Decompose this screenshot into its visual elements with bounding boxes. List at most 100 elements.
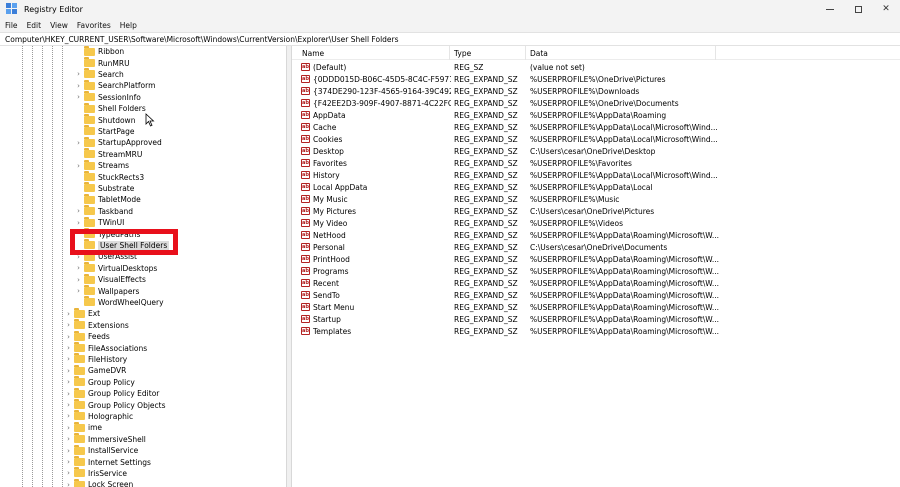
chevron-right-icon[interactable]: › [65,481,72,487]
address-bar[interactable]: Computer\HKEY_CURRENT_USER\Software\Micr… [0,32,900,46]
tree-item[interactable]: › VirtualDesktops [75,262,157,274]
list-row[interactable]: ab Desktop REG_EXPAND_SZ C:\Users\cesar\One… [292,145,900,157]
menu-view[interactable]: View [50,21,68,30]
list-row[interactable]: ab My Video REG_EXPAND_SZ %USERPROFILE%\Vid… [292,217,900,229]
chevron-right-icon[interactable]: › [65,333,72,341]
tree-item[interactable]: › Streams [75,159,129,171]
key-tree[interactable]: Ribbon RunMRU › Search › SearchPlatform › Sessi… [0,46,286,487]
tree-item[interactable]: › IrisService [65,467,127,479]
list-row[interactable]: ab Cache REG_EXPAND_SZ %USERPROFILE%\AppDat… [292,121,900,133]
close-button[interactable]: ✕ [872,0,900,18]
tree-item[interactable]: StreamMRU [75,148,142,160]
tree-item[interactable]: › Wallpapers [75,285,139,296]
list-row[interactable]: ab Templates REG_EXPAND_SZ %USERPROFILE%\Ap… [292,325,900,337]
folder-icon [74,319,85,330]
list-row[interactable]: ab SendTo REG_EXPAND_SZ %USERPROFILE%\AppDa… [292,289,900,301]
column-header-name[interactable]: Name [298,46,450,60]
menu-file[interactable]: File [5,21,18,30]
tree-item[interactable]: › Search [75,68,124,80]
list-row[interactable]: ab AppData REG_EXPAND_SZ %USERPROFILE%\AppD… [292,109,900,121]
maximize-button[interactable] [844,0,872,18]
tree-item[interactable]: › FileHistory [65,353,127,365]
chevron-right-icon[interactable]: › [75,139,82,147]
list-row[interactable]: ab Start Menu REG_EXPAND_SZ %USERPROFILE%\A… [292,301,900,313]
chevron-right-icon[interactable]: › [75,219,82,227]
list-row[interactable]: ab Recent REG_EXPAND_SZ %USERPROFILE%\AppDa… [292,277,900,289]
tree-item[interactable]: › Internet Settings [65,456,151,467]
chevron-right-icon[interactable]: › [75,93,82,101]
chevron-right-icon[interactable]: › [75,276,82,284]
chevron-right-icon[interactable]: › [65,424,72,432]
tree-item[interactable]: Ribbon [75,46,124,57]
tree-item[interactable]: › TWinUI [75,216,124,228]
tree-item[interactable]: › Taskband [75,205,133,217]
tree-item[interactable]: › FileAssociations [65,342,147,353]
tree-item[interactable]: RunMRU [75,57,130,68]
tree-item[interactable]: › SessionInfo [75,91,141,103]
chevron-right-icon[interactable]: › [65,344,72,352]
tree-item[interactable]: StartPage [75,125,134,137]
list-row[interactable]: ab (Default) REG_SZ (value not set) [292,61,900,73]
list-row[interactable]: ab History REG_EXPAND_SZ %USERPROFILE%\AppD… [292,169,900,181]
list-row[interactable]: ab Programs REG_EXPAND_SZ %USERPROFILE%\App… [292,265,900,277]
tree-item[interactable]: › Extensions [65,319,129,331]
list-row[interactable]: ab NetHood REG_EXPAND_SZ %USERPROFILE%\AppD… [292,229,900,241]
minimize-button[interactable] [816,0,844,18]
tree-item[interactable]: › ime [65,421,102,433]
chevron-right-icon[interactable]: › [65,435,72,443]
tree-item[interactable]: › Group Policy Objects [65,399,166,410]
list-row[interactable]: ab{0DDD015D-B06C-45D5-8C4C-F59713854...R… [292,73,900,85]
tree-item[interactable]: › Group Policy [65,376,135,388]
tree-item[interactable]: › InstallService [65,444,138,456]
tree-item[interactable]: › ImmersiveShell [65,433,146,445]
tree-item[interactable]: Shell Folders [75,102,146,114]
chevron-right-icon[interactable]: › [65,390,72,398]
list-row[interactable]: ab Favorites REG_EXPAND_SZ %USERPROFILE%\Fa… [292,157,900,169]
tree-item[interactable]: › VisualEffects [75,273,146,285]
list-row[interactable]: ab{374DE290-123F-4565-9164-39C4925E46...… [292,85,900,97]
chevron-right-icon[interactable]: › [65,458,72,466]
column-header-type[interactable]: Type [450,46,526,60]
chevron-right-icon[interactable]: › [75,264,82,272]
tree-item[interactable]: › Feeds [65,330,110,342]
column-header-data[interactable]: Data [526,46,716,60]
menu-edit[interactable]: Edit [27,21,42,30]
chevron-right-icon[interactable]: › [75,162,82,170]
tree-item[interactable]: Substrate [75,182,134,194]
chevron-right-icon[interactable]: › [75,70,82,78]
tree-item[interactable]: StuckRects3 [75,171,144,182]
menu-help[interactable]: Help [120,21,137,30]
list-row[interactable]: ab Startup REG_EXPAND_SZ %USERPROFILE%\AppD… [292,313,900,325]
values-list[interactable]: Name Type Data ab (Default) REG_SZ (value n… [292,46,900,487]
chevron-right-icon[interactable]: › [65,367,72,375]
chevron-right-icon[interactable]: › [65,321,72,329]
chevron-right-icon[interactable]: › [65,412,72,420]
list-row[interactable]: ab{F42EE2D3-909F-4907-8871-4C22FC0BF...R… [292,97,900,109]
list-row[interactable]: ab PrintHood REG_EXPAND_SZ %USERPROFILE%\Ap… [292,253,900,265]
tree-item[interactable]: › Lock Screen [65,478,133,487]
tree-item[interactable]: › Holographic [65,410,133,422]
chevron-right-icon[interactable]: › [65,447,72,455]
chevron-right-icon[interactable]: › [65,378,72,386]
chevron-right-icon[interactable]: › [75,287,82,295]
tree-item[interactable]: WordWheelQuery [75,296,164,308]
menu-favorites[interactable]: Favorites [77,21,111,30]
chevron-right-icon[interactable]: › [65,469,72,477]
chevron-right-icon[interactable]: › [75,82,82,90]
tree-item[interactable]: › StartupApproved [75,136,162,148]
tree-item[interactable]: › Ext [65,307,100,319]
list-row[interactable]: ab Local AppData REG_EXPAND_SZ %USERPROFILE… [292,181,900,193]
tree-item[interactable]: TabletMode [75,193,141,205]
tree-item[interactable]: › SearchPlatform [75,79,155,91]
list-row[interactable]: ab My Music REG_EXPAND_SZ %USERPROFILE%\Mus… [292,193,900,205]
chevron-right-icon[interactable]: › [65,310,72,318]
chevron-right-icon[interactable]: › [75,207,82,215]
list-row[interactable]: ab Cookies REG_EXPAND_SZ %USERPROFILE%\AppD… [292,133,900,145]
tree-item[interactable]: › Group Policy Editor [65,387,159,399]
chevron-right-icon[interactable]: › [65,401,72,409]
list-row[interactable]: ab My Pictures REG_EXPAND_SZ C:\Users\cesar… [292,205,900,217]
tree-item[interactable]: › GameDVR [65,364,126,376]
list-row[interactable]: ab Personal REG_EXPAND_SZ C:\Users\cesar\On… [292,241,900,253]
tree-item[interactable]: Shutdown [75,114,135,125]
chevron-right-icon[interactable]: › [65,355,72,363]
